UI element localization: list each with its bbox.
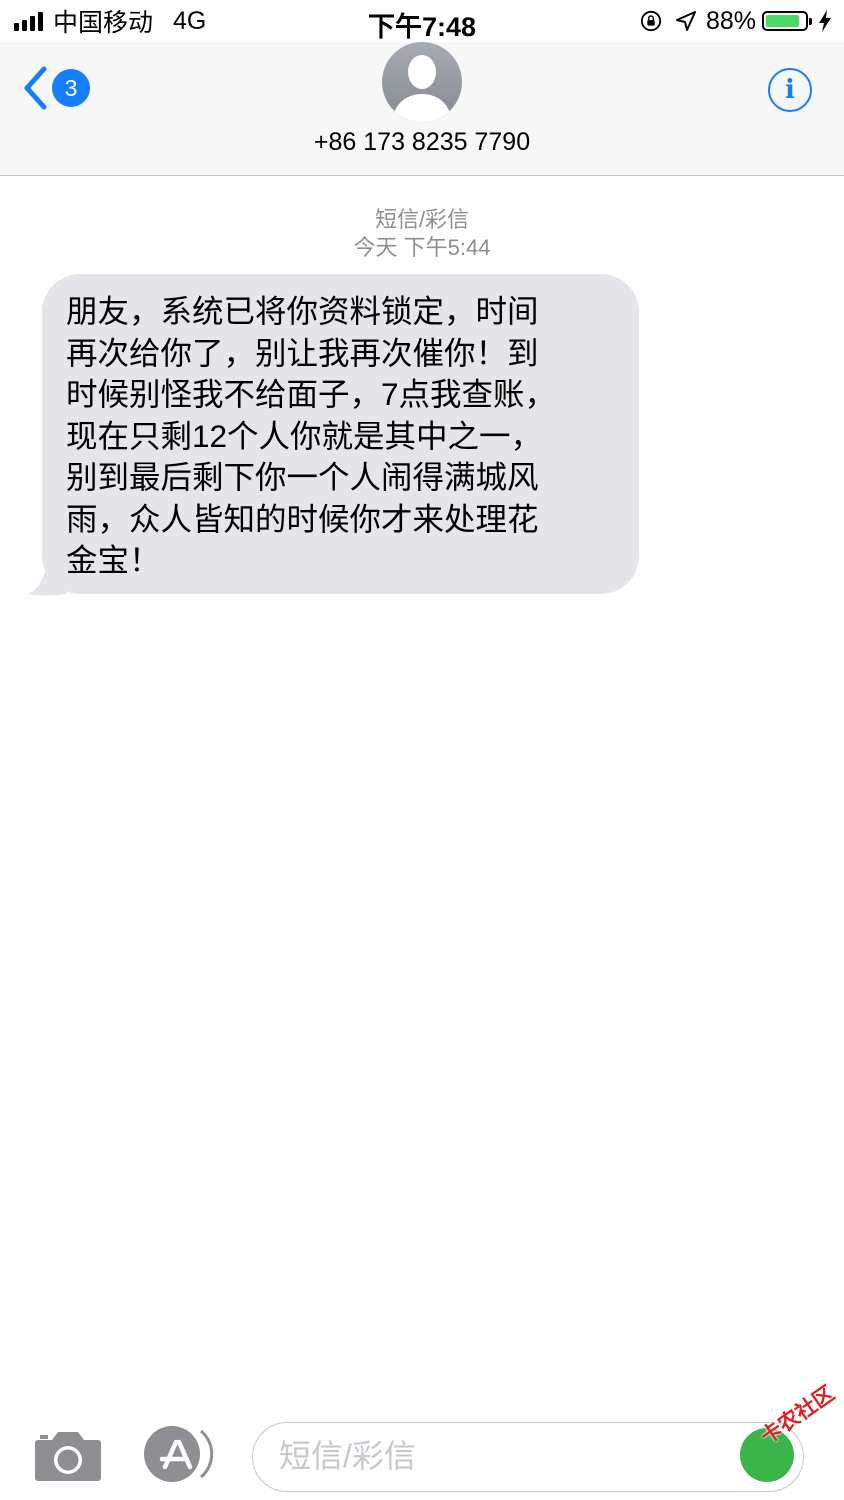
battery-percent: 88% (705, 6, 756, 35)
message-text: 朋友，系统已将你资料锁定，时间 再次给你了，别让我再次催你！到 时候别怪我不给面… (66, 293, 557, 578)
battery-fill (766, 15, 799, 27)
watermark-logo: 卡农社区 (736, 1382, 840, 1488)
watermark-text: 卡农社区 (756, 1381, 839, 1449)
status-bar: 中国移动 4G 下午7:48 88% (0, 0, 844, 42)
contact-number[interactable]: +86 173 8235 7790 (0, 128, 844, 157)
avatar[interactable] (382, 42, 462, 122)
incoming-message-bubble[interactable]: 朋友，系统已将你资料锁定，时间 再次给你了，别让我再次催你！到 时候别怪我不给面… (42, 274, 639, 594)
camera-icon[interactable] (34, 1428, 102, 1482)
conversation-header: 3 +86 173 8235 7790 i (0, 42, 844, 176)
back-button[interactable]: 3 (22, 66, 90, 110)
app-store-icon[interactable] (143, 1425, 215, 1483)
message-timestamp: 今天 下午5:44 (353, 235, 491, 260)
battery-icon (762, 11, 812, 31)
unread-count-badge: 3 (52, 69, 90, 107)
charging-bolt-icon (819, 10, 831, 32)
location-arrow-icon (675, 11, 696, 31)
chevron-left-icon (24, 66, 47, 110)
person-silhouette-icon (392, 55, 452, 122)
orientation-lock-icon (640, 10, 662, 32)
message-input[interactable]: 短信/彩信 (252, 1422, 804, 1492)
status-bar-right: 88% (640, 6, 832, 36)
info-button[interactable]: i (768, 68, 812, 112)
